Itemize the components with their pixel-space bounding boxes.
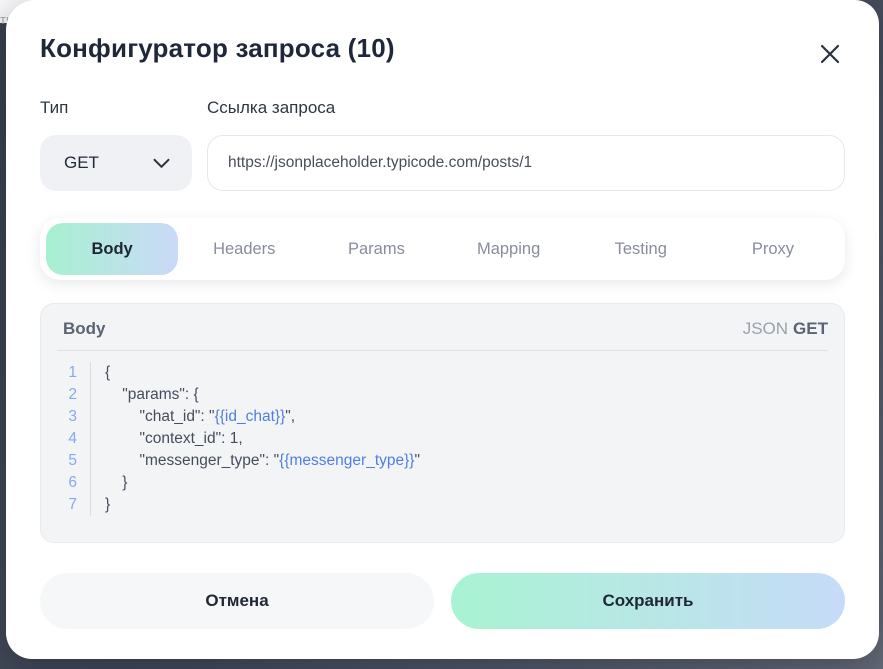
- code-text: "params": {: [91, 384, 199, 406]
- code-line: 3 "chat_id": "{{id_chat}}",: [41, 406, 844, 428]
- line-number: 1: [41, 362, 91, 384]
- method-select-value: GET: [64, 153, 99, 173]
- template-variable: {{messenger_type}}: [279, 452, 414, 469]
- url-label: Ссылка запроса: [207, 98, 335, 118]
- method-label: GET: [793, 319, 828, 338]
- code-line: 7 }: [41, 494, 844, 516]
- code-line: 2 "params": {: [41, 384, 844, 406]
- line-number: 3: [41, 406, 91, 428]
- type-label: Тип: [40, 98, 207, 118]
- tab-testing[interactable]: Testing: [575, 223, 707, 275]
- body-editor-panel: Body JSON GET 1 { 2 "params": { 3 "chat_i…: [40, 303, 845, 543]
- code-line: 5 "messenger_type": "{{messenger_type}}": [41, 450, 844, 472]
- code-text: "messenger_type": "{{messenger_type}}": [91, 450, 420, 472]
- chevron-down-icon: [153, 158, 170, 169]
- line-number: 2: [41, 384, 91, 406]
- tab-headers[interactable]: Headers: [178, 223, 310, 275]
- template-variable: {{id_chat}}: [215, 408, 286, 425]
- line-number: 5: [41, 450, 91, 472]
- form-labels-row: Тип Ссылка запроса: [40, 98, 845, 118]
- tab-bar: Body Headers Params Mapping Testing Prox…: [40, 218, 845, 280]
- tab-proxy[interactable]: Proxy: [707, 223, 839, 275]
- line-number: 4: [41, 428, 91, 450]
- code-text: }: [91, 472, 127, 494]
- tab-body[interactable]: Body: [46, 223, 178, 275]
- modal-header: Конфигуратор запроса (10): [40, 33, 845, 69]
- code-editor[interactable]: 1 { 2 "params": { 3 "chat_id": "{{id_cha…: [41, 351, 844, 516]
- tab-mapping[interactable]: Mapping: [443, 223, 575, 275]
- code-line: 6 }: [41, 472, 844, 494]
- body-editor-title: Body: [63, 319, 106, 339]
- code-line: 4 "context_id": 1,: [41, 428, 844, 450]
- code-text: {: [91, 362, 110, 384]
- method-select[interactable]: GET: [40, 135, 192, 191]
- request-configurator-modal: Конфигуратор запроса (10) Тип Ссылка зап…: [6, 0, 879, 659]
- tab-params[interactable]: Params: [310, 223, 442, 275]
- request-url-input[interactable]: [207, 135, 845, 191]
- code-text: }: [91, 494, 110, 516]
- line-number: 6: [41, 472, 91, 494]
- save-button[interactable]: Сохранить: [451, 573, 845, 629]
- body-editor-meta: JSON GET: [743, 319, 828, 339]
- modal-footer: Отмена Сохранить: [40, 573, 845, 629]
- code-text: "context_id": 1,: [91, 428, 243, 450]
- line-number: 7: [41, 494, 91, 516]
- form-controls-row: GET: [40, 135, 845, 191]
- close-icon: [818, 42, 842, 66]
- code-line: 1 {: [41, 362, 844, 384]
- format-label: JSON: [743, 319, 788, 338]
- body-editor-header: Body JSON GET: [57, 304, 828, 351]
- cancel-button[interactable]: Отмена: [40, 573, 434, 629]
- code-text: "chat_id": "{{id_chat}}",: [91, 406, 295, 428]
- close-button[interactable]: [815, 39, 845, 69]
- modal-title: Конфигуратор запроса (10): [40, 33, 395, 64]
